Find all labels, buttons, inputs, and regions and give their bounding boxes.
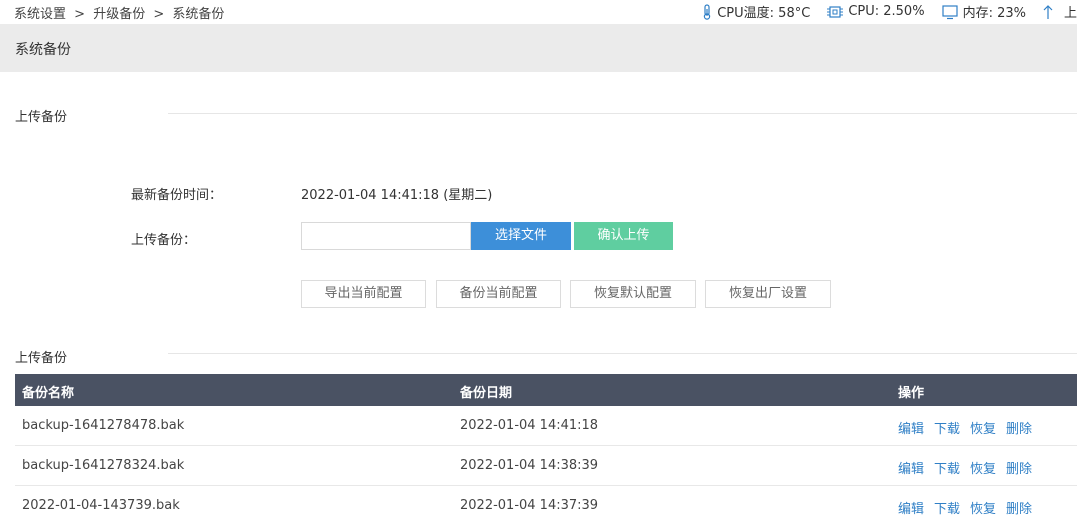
breadcrumb-separator: > <box>74 7 86 22</box>
cpu-chip-icon <box>827 5 844 18</box>
page-header: 系统备份 <box>0 24 1077 72</box>
edit-link[interactable]: 编辑 <box>898 422 924 437</box>
download-link[interactable]: 下载 <box>934 502 960 517</box>
download-link[interactable]: 下载 <box>934 462 960 477</box>
breadcrumb-system-backup: 系统备份 <box>172 7 225 22</box>
section-divider <box>168 353 1077 354</box>
row-actions: 编辑 下载 恢复 删除 <box>898 458 1042 477</box>
monitor-icon <box>941 4 958 19</box>
latest-backup-value: 2022-01-04 14:41:18 (星期二) <box>301 188 493 203</box>
restore-link[interactable]: 恢复 <box>970 422 996 437</box>
breadcrumb-upgrade-backup[interactable]: 升级备份 <box>93 7 145 22</box>
edit-link[interactable]: 编辑 <box>898 502 924 517</box>
upload-status: 上 <box>1042 2 1077 21</box>
choose-file-button[interactable]: 选择文件 <box>471 222 571 250</box>
table-row: backup-1641278324.bak 2022-01-04 14:38:3… <box>15 446 1077 486</box>
backup-config-button[interactable]: 备份当前配置 <box>436 280 561 308</box>
cpu-usage-text: CPU: 2.50% <box>848 4 925 19</box>
cpu-temperature-status: CPU温度: 58°C <box>701 2 810 21</box>
restore-link[interactable]: 恢复 <box>970 502 996 517</box>
backup-name: backup-1641278478.bak <box>22 418 185 433</box>
restore-default-button[interactable]: 恢复默认配置 <box>570 280 696 308</box>
table-header: 备份名称 备份日期 操作 <box>15 374 1077 406</box>
latest-backup-label: 最新备份时间： <box>131 188 223 203</box>
factory-reset-button[interactable]: 恢复出厂设置 <box>705 280 831 308</box>
file-path-input[interactable] <box>301 222 471 250</box>
system-status: CPU温度: 58°C CPU: 2.50% 内存: 23% 上 <box>701 2 1077 21</box>
column-header-ops: 操作 <box>898 386 925 401</box>
arrow-up-icon <box>1043 4 1053 19</box>
export-config-button[interactable]: 导出当前配置 <box>301 280 426 308</box>
backup-name: backup-1641278324.bak <box>22 458 185 473</box>
backup-name: 2022-01-04-143739.bak <box>22 498 180 513</box>
upload-backup-label: 上传备份： <box>131 233 197 248</box>
breadcrumb-separator: > <box>153 7 165 22</box>
cpu-temperature-text: CPU温度: 58°C <box>717 6 811 21</box>
backup-table: 备份名称 备份日期 操作 backup-1641278478.bak 2022-… <box>15 374 1077 523</box>
delete-link[interactable]: 删除 <box>1006 502 1032 517</box>
section-divider <box>168 113 1077 114</box>
table-row: 2022-01-04-143739.bak 2022-01-04 14:37:3… <box>15 486 1077 523</box>
download-link[interactable]: 下载 <box>934 422 960 437</box>
delete-link[interactable]: 删除 <box>1006 462 1032 477</box>
row-actions: 编辑 下载 恢复 删除 <box>898 498 1042 517</box>
backup-date: 2022-01-04 14:41:18 <box>460 418 599 433</box>
column-header-date: 备份日期 <box>460 386 513 401</box>
thermometer-icon <box>704 3 711 20</box>
upload-section-title: 上传备份 <box>15 110 68 125</box>
table-row: backup-1641278478.bak 2022-01-04 14:41:1… <box>15 406 1077 446</box>
list-section-title: 上传备份 <box>15 351 68 366</box>
confirm-upload-button[interactable]: 确认上传 <box>574 222 673 250</box>
top-bar: 系统设置 > 升级备份 > 系统备份 CPU温度: 58°C CPU: 2.50… <box>0 0 1077 24</box>
restore-link[interactable]: 恢复 <box>970 462 996 477</box>
cpu-usage-status: CPU: 2.50% <box>826 4 925 20</box>
breadcrumb-system-settings[interactable]: 系统设置 <box>14 7 66 22</box>
upload-status-text: 上 <box>1063 6 1077 21</box>
delete-link[interactable]: 删除 <box>1006 422 1032 437</box>
row-actions: 编辑 下载 恢复 删除 <box>898 418 1042 437</box>
memory-status: 内存: 23% <box>941 2 1026 21</box>
page-title: 系统备份 <box>15 42 71 58</box>
memory-text: 内存: 23% <box>962 6 1026 21</box>
breadcrumb: 系统设置 > 升级备份 > 系统备份 <box>14 3 228 22</box>
backup-date: 2022-01-04 14:37:39 <box>460 498 599 513</box>
column-header-name: 备份名称 <box>22 386 75 401</box>
backup-date: 2022-01-04 14:38:39 <box>460 458 599 473</box>
edit-link[interactable]: 编辑 <box>898 462 924 477</box>
